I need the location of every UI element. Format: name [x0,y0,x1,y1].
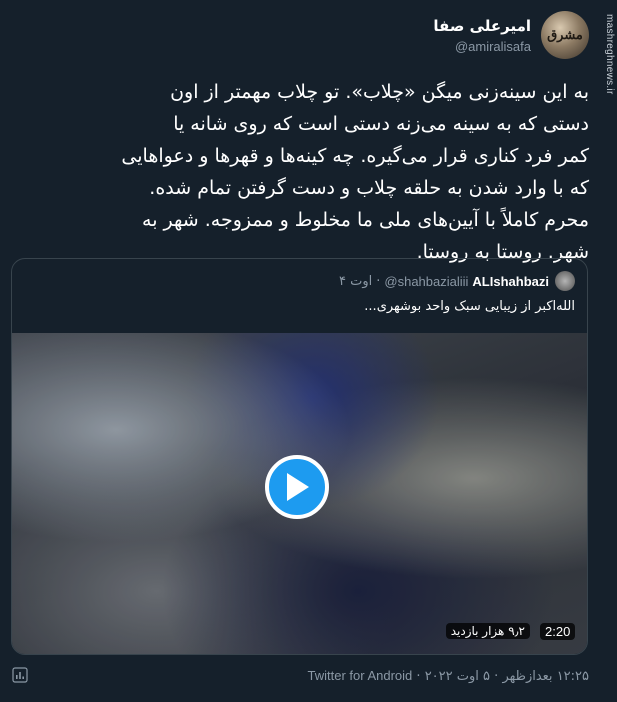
tweet-date[interactable]: ۵ اوت ۲۰۲۲ [425,669,490,684]
play-icon [287,473,309,501]
tweet-line: محرم کاملاً با آیین‌های ملی ما مخلوط و م… [142,209,589,231]
play-button[interactable] [265,455,329,519]
tweet-line: کمر فرد کناری قرار می‌گیره. چه کینه‌ها و… [121,145,589,167]
video-views: ۹٫۲ هزار بازدید [445,623,530,639]
tweet-time[interactable]: ۱۲:۲۵ بعدازظهر [502,669,589,684]
tweet-footer: ۱۲:۲۵ بعدازظهر · ۵ اوت ۲۰۲۲ · Twitter fo… [307,668,589,684]
quoted-tweet-header: ALIshahbazi @shahbazialiii · ۴ اوت [339,271,575,291]
tweet-text: به این سینه‌زنی میگن «چلاب». تو چلاب مهم… [29,76,589,268]
quoted-separator: · [376,273,381,289]
quoted-date[interactable]: ۴ اوت [339,274,372,289]
tweet-source-app[interactable]: Twitter for Android [307,668,412,683]
author-names: امیرعلی صفا @amiralisafa [433,17,531,54]
author-display-name[interactable]: امیرعلی صفا [433,17,531,35]
quoted-author-avatar[interactable] [555,271,575,291]
author-avatar[interactable]: مشرق [541,11,589,59]
tweet-header: مشرق امیرعلی صفا @amiralisafa [433,10,589,60]
video-duration: 2:20 [540,623,576,640]
quoted-tweet[interactable]: ALIshahbazi @shahbazialiii · ۴ اوت الله‌… [11,258,588,655]
footer-separator: · [416,669,421,684]
site-watermark: mashreghnews.ir [604,14,615,95]
quoted-author-handle[interactable]: @shahbazialiii [384,274,468,289]
video-player[interactable]: 2:20 ۹٫۲ هزار بازدید [12,333,587,654]
tweet-line: دستی که به سینه می‌زنه دستی است که روی ش… [173,113,589,135]
quoted-author-name[interactable]: ALIshahbazi [472,274,549,289]
author-handle[interactable]: @amiralisafa [433,39,531,54]
analytics-icon[interactable] [12,667,28,683]
quoted-tweet-text: الله‌اکبر از زیبایی سبک واحد بوشهری... [364,299,575,314]
tweet-line: به این سینه‌زنی میگن «چلاب». تو چلاب مهم… [170,81,589,103]
footer-separator: · [494,669,499,684]
avatar-logo-text: مشرق [547,27,583,43]
tweet-line: که با وارد شدن به حلقه چلاب و دست گرفتن … [149,177,589,199]
